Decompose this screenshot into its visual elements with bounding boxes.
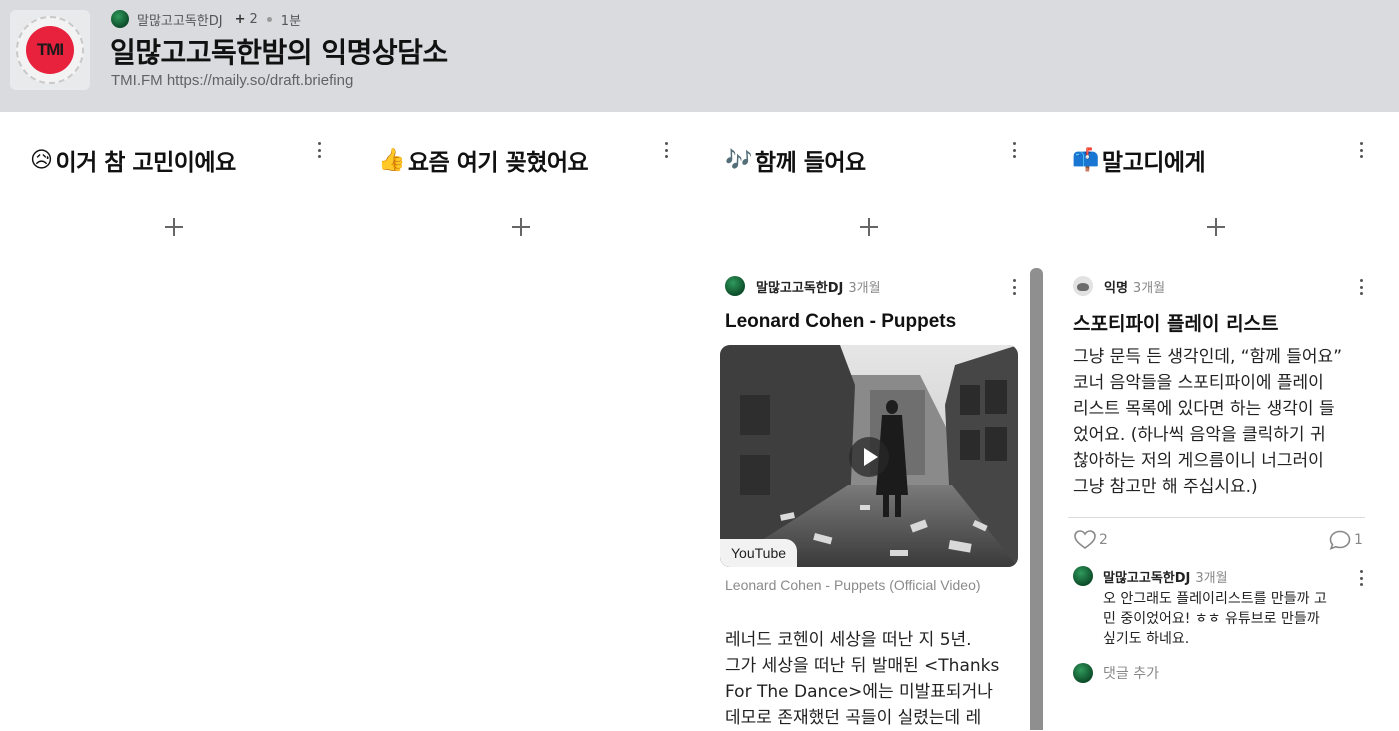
- column-title-text: 말고디에게: [1101, 150, 1206, 176]
- column-title-hooked: 👍 요즘 여기 꽂혔어요: [378, 143, 589, 177]
- comment-line: 민 중이었어요! ㅎㅎ 유튜브로 만들까: [1103, 611, 1320, 627]
- board-description: TMI.FM https://maily.so/draft.briefing: [111, 72, 354, 89]
- mailbox-icon: 📫: [1072, 147, 1099, 173]
- separator-dot: [266, 16, 272, 22]
- video-source-badge: YouTube: [720, 539, 798, 567]
- comment-author-row: 말많고고독한DJ 3개월: [1073, 566, 1228, 586]
- logo-text: TMI: [36, 40, 64, 59]
- video-caption[interactable]: Leonard Cohen - Puppets (Official Video): [725, 575, 1005, 596]
- board-logo: TMI: [10, 10, 90, 90]
- post-author-row: 말많고고독한DJ 3개월: [725, 276, 881, 296]
- post-body-line: 코너 음악들을 스포티파이에 플레이: [1073, 373, 1324, 393]
- like-button[interactable]: 2: [1074, 530, 1108, 550]
- avatar[interactable]: [1073, 566, 1093, 586]
- post-body-line: 찮아하는 저의 게으름이니 너그러이: [1073, 451, 1324, 471]
- comment-line: 싶기도 하네요.: [1103, 631, 1190, 647]
- plus-icon: +: [234, 11, 246, 27]
- thumbs-up-icon: 👍: [378, 147, 405, 173]
- post-time: 3개월: [1132, 280, 1166, 296]
- post-menu-more-vertical-icon[interactable]: [1354, 277, 1368, 297]
- post-body-line: 데모로 존재했던 곡들이 실렸는데 레: [725, 708, 982, 728]
- post-author[interactable]: 말많고고독한DJ: [756, 277, 843, 296]
- board-header: TMI 말많고고독한DJ + 2 1분 일많고고독한밤의 익명상담소 TMI.F…: [0, 0, 1399, 112]
- add-post-plus-icon[interactable]: [163, 216, 185, 238]
- comment-count: 1: [1354, 532, 1363, 548]
- add-post-plus-icon[interactable]: [1205, 216, 1227, 238]
- column-title-to-dj: 📫 말고디에게: [1072, 143, 1206, 177]
- add-comment-placeholder[interactable]: 댓글 추가: [1103, 663, 1159, 683]
- comment-text: 오 안그래도 플레이리스트를 만들까 고 민 중이었어요! ㅎㅎ 유튜브로 만들…: [1103, 589, 1353, 649]
- comment-bubble-icon: [1329, 530, 1351, 550]
- column-menu-more-vertical-icon[interactable]: [1354, 140, 1368, 160]
- post-body-line: 었어요. (하나씩 음악을 클릭하기 귀: [1073, 425, 1326, 445]
- contributor-count: 2: [249, 11, 258, 27]
- column-title-text: 이거 참 고민이에요: [55, 150, 236, 176]
- column-title-text: 함께 들어요: [754, 150, 866, 176]
- post-time: 3개월: [848, 280, 881, 296]
- anonymous-avatar: [1073, 276, 1093, 296]
- avatar[interactable]: [725, 276, 745, 296]
- heart-icon: [1074, 530, 1096, 549]
- column-title-listen: 🎶 함께 들어요: [725, 143, 866, 177]
- add-comment-field[interactable]: 댓글 추가: [1073, 663, 1159, 683]
- column-scrollbar[interactable]: [1030, 268, 1043, 730]
- page-title: 일많고고독한밤의 익명상담소: [110, 36, 448, 69]
- column-title-worries: 😥 이거 참 고민이에요: [30, 143, 236, 177]
- post-body-line: 리스트 목록에 있다면 하는 생각이 들: [1073, 399, 1335, 419]
- board-meta: 말많고고독한DJ + 2 1분: [111, 9, 301, 29]
- add-post-plus-icon[interactable]: [510, 216, 532, 238]
- post-body-line: 레너드 코헨이 세상을 떠난 지 5년.: [725, 630, 972, 650]
- comment-menu-more-vertical-icon[interactable]: [1354, 568, 1368, 588]
- comment-button[interactable]: 1: [1329, 530, 1363, 550]
- music-notes-icon: 🎶: [725, 147, 752, 173]
- avatar: [1073, 663, 1093, 683]
- post-body-line: 그가 세상을 떠난 뒤 발매된 <Thanks: [725, 656, 1000, 676]
- post-title: 스포티파이 플레이 리스트: [1073, 313, 1279, 335]
- comment-time: 3개월: [1195, 570, 1228, 586]
- video-embed[interactable]: YouTube: [720, 345, 1018, 567]
- comment-line: 오 안그래도 플레이리스트를 만들까 고: [1103, 591, 1327, 607]
- post-author-row: 익명 3개월: [1073, 276, 1165, 296]
- column-menu-more-vertical-icon[interactable]: [659, 140, 673, 160]
- post-body-line: 그냥 문득 든 생각인데, “함께 들어요”: [1073, 347, 1342, 367]
- comment-author[interactable]: 말많고고독한DJ: [1103, 567, 1190, 586]
- column-menu-more-vertical-icon[interactable]: [1007, 140, 1021, 160]
- post-body-line: For The Dance>에는 미발표되거나: [725, 682, 993, 702]
- post-menu-more-vertical-icon[interactable]: [1007, 277, 1021, 297]
- updated-time: 1분: [280, 13, 302, 29]
- post-title[interactable]: Leonard Cohen - Puppets: [725, 311, 956, 333]
- post-body: 그냥 문득 든 생각인데, “함께 들어요” 코너 음악들을 스포티파이에 플레…: [1073, 344, 1365, 500]
- add-post-plus-icon[interactable]: [858, 216, 880, 238]
- post-body-line: 그냥 참고만 해 주십시요.): [1073, 477, 1258, 497]
- like-count: 2: [1099, 532, 1108, 548]
- post-body: 레너드 코헨이 세상을 떠난 지 5년. 그가 세상을 떠난 뒤 발매된 <Th…: [725, 627, 1025, 731]
- avatar[interactable]: [111, 10, 129, 28]
- column-title-text: 요즘 여기 꽂혔어요: [407, 150, 589, 176]
- post-author: 익명: [1104, 280, 1128, 296]
- board-author[interactable]: 말많고고독한DJ: [137, 10, 223, 29]
- sad-face-icon: 😥: [30, 147, 53, 173]
- divider: [1068, 517, 1365, 518]
- logo-disc: TMI: [26, 26, 74, 74]
- column-menu-more-vertical-icon[interactable]: [312, 140, 326, 160]
- play-icon[interactable]: [849, 437, 889, 477]
